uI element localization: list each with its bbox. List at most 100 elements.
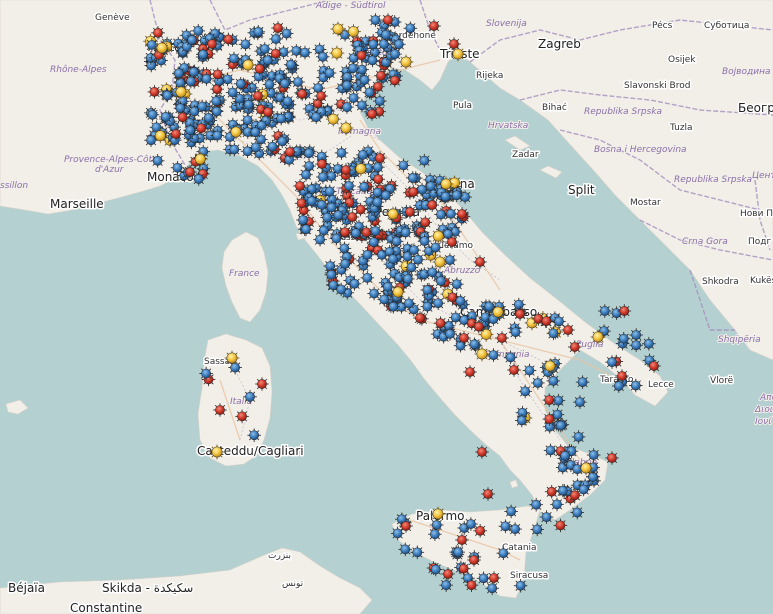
blue-marker[interactable] xyxy=(498,519,513,534)
yellow-marker[interactable] xyxy=(240,57,256,73)
blue-marker[interactable] xyxy=(616,331,631,346)
yellow-marker[interactable] xyxy=(173,84,189,100)
blue-marker[interactable] xyxy=(248,125,263,140)
blue-marker[interactable] xyxy=(410,545,425,560)
blue-marker[interactable] xyxy=(450,277,464,292)
red-marker[interactable] xyxy=(151,26,165,40)
red-marker[interactable] xyxy=(433,316,448,330)
blue-marker[interactable] xyxy=(543,443,558,458)
blue-marker[interactable] xyxy=(429,518,444,532)
blue-marker[interactable] xyxy=(262,77,277,92)
red-marker[interactable] xyxy=(169,127,183,141)
blue-marker[interactable] xyxy=(392,37,406,52)
blue-marker[interactable] xyxy=(449,188,464,203)
red-marker[interactable] xyxy=(507,363,521,377)
red-marker[interactable] xyxy=(371,172,386,187)
red-marker[interactable] xyxy=(213,403,227,417)
blue-marker[interactable] xyxy=(398,542,413,557)
blue-marker[interactable] xyxy=(184,74,198,89)
blue-marker[interactable] xyxy=(370,195,385,209)
blue-marker[interactable] xyxy=(309,110,324,124)
red-marker[interactable] xyxy=(513,307,527,321)
red-marker[interactable] xyxy=(261,105,275,119)
red-marker[interactable] xyxy=(473,524,487,538)
blue-marker[interactable] xyxy=(291,75,305,89)
red-marker[interactable] xyxy=(495,331,509,345)
blue-marker[interactable] xyxy=(396,158,411,173)
blue-marker[interactable] xyxy=(553,418,568,433)
blue-marker[interactable] xyxy=(196,47,210,62)
blue-marker[interactable] xyxy=(210,128,225,143)
red-marker[interactable] xyxy=(268,46,283,61)
red-marker[interactable] xyxy=(338,225,352,240)
red-marker[interactable] xyxy=(210,67,225,82)
red-marker[interactable] xyxy=(293,179,307,193)
blue-marker[interactable] xyxy=(331,208,346,222)
blue-marker[interactable] xyxy=(451,545,466,559)
blue-marker[interactable] xyxy=(227,142,242,157)
red-marker[interactable] xyxy=(475,445,489,459)
blue-marker[interactable] xyxy=(438,189,453,204)
blue-marker[interactable] xyxy=(346,91,361,105)
blue-marker[interactable] xyxy=(173,101,188,115)
blue-marker[interactable] xyxy=(386,252,400,266)
blue-marker[interactable] xyxy=(496,546,511,560)
red-marker[interactable] xyxy=(455,533,469,547)
blue-marker[interactable] xyxy=(530,522,544,537)
red-marker[interactable] xyxy=(235,409,249,424)
blue-marker[interactable] xyxy=(269,32,283,46)
yellow-marker[interactable] xyxy=(154,40,170,56)
blue-marker[interactable] xyxy=(597,304,612,318)
blue-marker[interactable] xyxy=(377,37,391,51)
yellow-marker[interactable] xyxy=(209,444,225,460)
blue-marker[interactable] xyxy=(185,33,199,47)
blue-marker[interactable] xyxy=(546,326,561,341)
blue-marker[interactable] xyxy=(573,395,587,409)
blue-marker[interactable] xyxy=(322,184,337,199)
red-marker[interactable] xyxy=(183,165,197,179)
blue-marker[interactable] xyxy=(145,38,159,52)
yellow-marker[interactable] xyxy=(430,506,446,522)
blue-marker[interactable] xyxy=(515,413,529,428)
red-marker[interactable] xyxy=(251,89,265,103)
blue-marker[interactable] xyxy=(322,66,337,80)
red-marker[interactable] xyxy=(539,314,554,328)
yellow-marker[interactable] xyxy=(325,111,341,127)
blue-marker[interactable] xyxy=(443,327,457,341)
red-marker[interactable] xyxy=(373,151,387,165)
red-marker[interactable] xyxy=(464,578,479,592)
blue-marker[interactable] xyxy=(172,66,186,81)
blue-marker[interactable] xyxy=(225,85,240,100)
blue-marker[interactable] xyxy=(402,296,416,311)
blue-marker[interactable] xyxy=(338,257,353,271)
red-marker[interactable] xyxy=(544,484,559,499)
red-marker[interactable] xyxy=(365,107,379,121)
red-marker[interactable] xyxy=(615,369,629,383)
red-marker[interactable] xyxy=(425,198,440,212)
red-marker[interactable] xyxy=(418,215,433,230)
blue-marker[interactable] xyxy=(558,448,572,463)
blue-marker[interactable] xyxy=(347,276,362,291)
red-marker[interactable] xyxy=(561,323,575,337)
yellow-marker[interactable] xyxy=(578,460,594,476)
red-marker[interactable] xyxy=(354,48,369,63)
blue-marker[interactable] xyxy=(249,140,263,155)
red-marker[interactable] xyxy=(471,319,486,334)
blue-marker[interactable] xyxy=(357,180,372,194)
red-marker[interactable] xyxy=(553,518,568,533)
red-marker[interactable] xyxy=(457,331,471,345)
blue-marker[interactable] xyxy=(360,247,375,262)
red-marker[interactable] xyxy=(542,412,557,426)
blue-marker[interactable] xyxy=(605,355,619,369)
blue-marker[interactable] xyxy=(431,296,445,310)
red-marker[interactable] xyxy=(447,37,461,51)
blue-marker[interactable] xyxy=(183,123,198,138)
blue-marker[interactable] xyxy=(428,562,443,577)
blue-marker[interactable] xyxy=(424,179,438,193)
blue-marker[interactable] xyxy=(324,267,339,282)
red-marker[interactable] xyxy=(473,255,487,269)
blue-marker[interactable] xyxy=(298,45,312,60)
blue-marker[interactable] xyxy=(304,194,319,208)
blue-marker[interactable] xyxy=(388,47,402,61)
blue-marker[interactable] xyxy=(299,167,313,182)
